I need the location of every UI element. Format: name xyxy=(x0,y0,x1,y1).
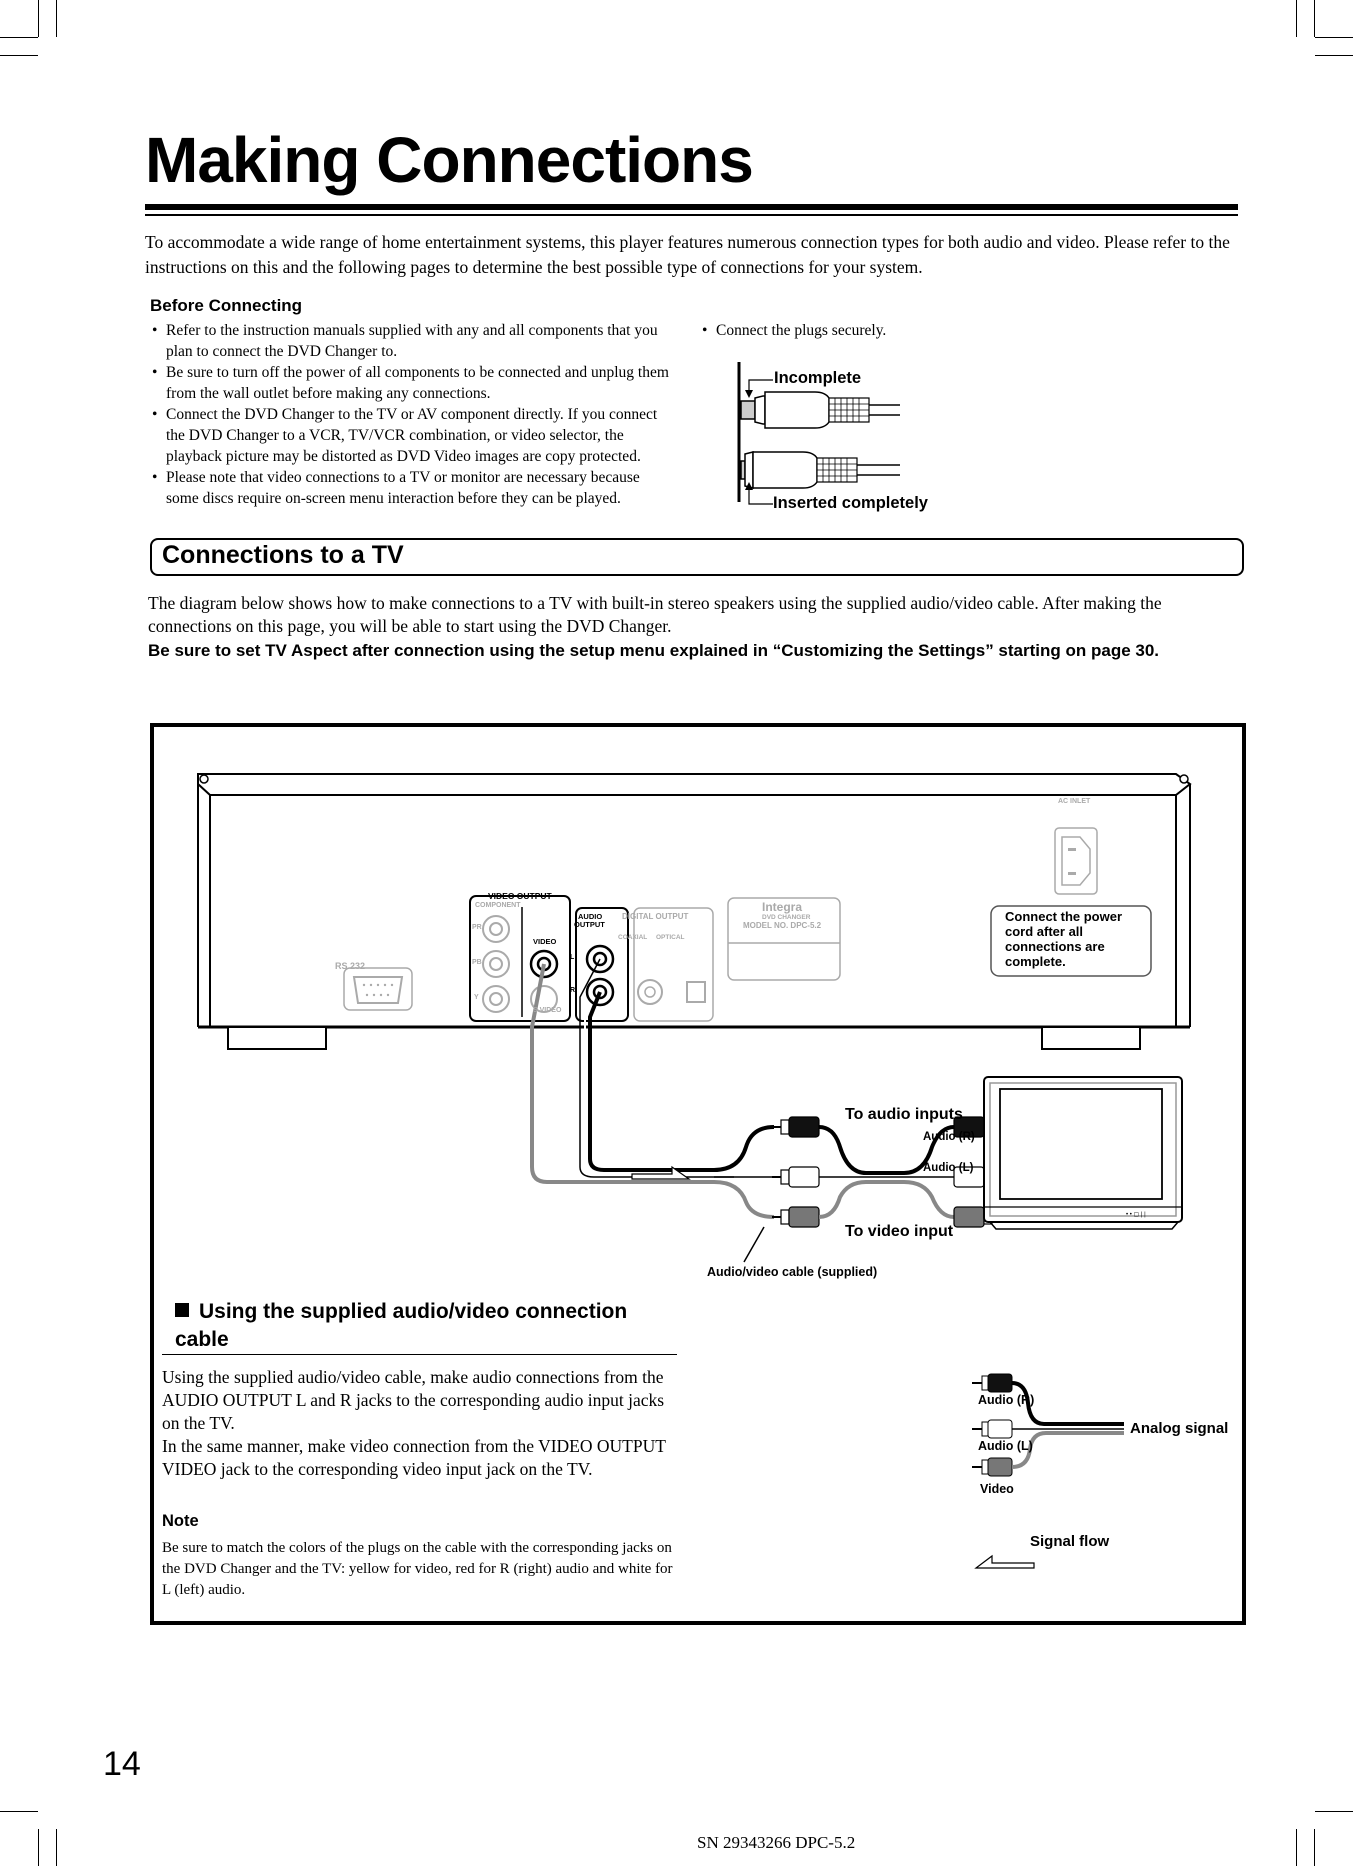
svg-text:• • ▢ | |: • • ▢ | | xyxy=(1126,1212,1146,1218)
video-output-group xyxy=(469,895,571,1022)
foot xyxy=(1041,1026,1141,1050)
y-label: Y xyxy=(474,994,479,1001)
title-rule-thin xyxy=(145,214,1238,216)
digital-output-group xyxy=(633,907,714,1022)
connection-diagram: • • ▢ | | xyxy=(197,773,1192,1569)
crop-mark xyxy=(56,1829,57,1866)
list-item: Connect the DVD Changer to the TV or AV … xyxy=(150,404,675,467)
video-output-label: VIDEO OUTPUT xyxy=(488,891,552,901)
note-heading: Note xyxy=(162,1512,199,1530)
coaxial-label: COAXIAL xyxy=(618,934,648,941)
using-cable-paragraph-2: In the same manner, make video connectio… xyxy=(162,1436,666,1479)
incomplete-plug-icon xyxy=(740,391,900,429)
crop-mark xyxy=(1314,1829,1315,1866)
rs232-port xyxy=(343,967,413,1011)
legend-cable xyxy=(972,1373,1124,1477)
inserted-completely-label: Inserted completely xyxy=(773,494,928,512)
model-label: MODEL NO. DPC-5.2 xyxy=(743,921,822,930)
pb-label: PB xyxy=(472,959,482,966)
crop-mark xyxy=(0,1811,38,1812)
power-cord-note: Connect the power cord after all connect… xyxy=(1005,909,1123,969)
before-connecting-list: Refer to the instruction manuals supplie… xyxy=(150,320,675,509)
incomplete-label: Incomplete xyxy=(774,369,862,387)
legend-audio-r-label: Audio (R) xyxy=(978,1393,1035,1407)
title-rule-thick xyxy=(145,204,1238,210)
pr-label: PR xyxy=(472,924,482,931)
footer-code: SN 29343266 DPC-5.2 xyxy=(697,1833,856,1852)
page-number: 14 xyxy=(103,1745,141,1783)
crop-mark xyxy=(56,0,57,37)
component-label: COMPONENT xyxy=(475,902,521,909)
signal-flow-label: Signal flow xyxy=(1030,1533,1110,1550)
page-title: Making Connections xyxy=(145,124,754,196)
intro-paragraph: To accommodate a wide range of home ente… xyxy=(145,232,1230,277)
crop-mark xyxy=(1296,0,1297,37)
inserted-plug-icon xyxy=(740,451,900,489)
crop-mark xyxy=(1315,37,1353,38)
list-item: Please note that video connections to a … xyxy=(150,467,675,509)
r-label: R xyxy=(570,987,576,994)
to-audio-inputs-label: To audio inputs xyxy=(845,1106,963,1123)
cable-callout-line xyxy=(743,1226,765,1263)
crop-mark xyxy=(0,37,38,38)
list-item: Be sure to turn off the power of all com… xyxy=(150,362,675,404)
plug-audio-l-left xyxy=(772,1166,820,1188)
section-paragraph: The diagram below shows how to make conn… xyxy=(148,593,1162,636)
brand-logo: Integra xyxy=(762,900,803,914)
note-text: Be sure to match the colors of the plugs… xyxy=(162,1540,673,1598)
optical-label: OPTICAL xyxy=(656,934,685,941)
cable-label: Audio/video cable (supplied) xyxy=(707,1265,878,1279)
using-cable-heading-text: Using the supplied audio/video connectio… xyxy=(175,1300,628,1351)
crop-mark xyxy=(1314,0,1315,37)
signal-flow-legend-icon xyxy=(974,1554,1035,1569)
crop-mark xyxy=(1315,1811,1353,1812)
crop-mark xyxy=(0,55,38,56)
plug-audio-r-left xyxy=(772,1116,820,1138)
audio-r-label: Audio (R) xyxy=(923,1131,975,1143)
square-bullet-icon xyxy=(175,1303,189,1317)
crop-mark xyxy=(1315,55,1353,56)
list-item: Refer to the instruction manuals supplie… xyxy=(150,320,675,362)
arrow-head-icon xyxy=(745,390,753,398)
audio-l-label: Audio (L) xyxy=(923,1162,974,1174)
video-jack-label: VIDEO xyxy=(533,937,557,946)
crop-mark xyxy=(1296,1829,1297,1866)
list-item: Connect the plugs securely. xyxy=(700,320,1000,341)
using-cable-paragraph-1: Using the supplied audio/video cable, ma… xyxy=(162,1367,665,1433)
to-video-input-label: To video input xyxy=(845,1223,954,1240)
rs232-label: RS 232 xyxy=(335,961,366,971)
audio-output-label-2: OUTPUT xyxy=(574,920,605,929)
ac-inlet-label: AC INLET xyxy=(1058,798,1091,805)
plug-tip-list: Connect the plugs securely. xyxy=(700,320,1000,341)
s-video-label: S VIDEO xyxy=(533,1007,562,1014)
analog-signal-label: Analog signal xyxy=(1130,1420,1229,1437)
legend-audio-l-label: Audio (L) xyxy=(978,1439,1033,1453)
foot xyxy=(227,1026,327,1050)
before-connecting-heading: Before Connecting xyxy=(150,296,303,315)
section-bold-note: Be sure to set TV Aspect after connectio… xyxy=(148,641,1160,660)
tv-illustration: • • ▢ | | xyxy=(983,1076,1183,1230)
crop-mark xyxy=(38,0,39,37)
using-cable-heading: Using the supplied audio/video connectio… xyxy=(175,1298,675,1354)
product-label: DVD CHANGER xyxy=(762,914,811,921)
heading-underline xyxy=(162,1354,677,1355)
ac-inlet xyxy=(1054,827,1098,895)
l-label: L xyxy=(570,954,575,961)
digital-output-label: DIGITAL OUTPUT xyxy=(622,912,689,921)
using-cable-text: Using the supplied audio/video cable, ma… xyxy=(162,1366,682,1481)
crop-mark xyxy=(38,1829,39,1866)
plug-video-left xyxy=(772,1206,820,1228)
legend-video-label: Video xyxy=(980,1482,1014,1496)
section-heading: Connections to a TV xyxy=(162,541,404,569)
